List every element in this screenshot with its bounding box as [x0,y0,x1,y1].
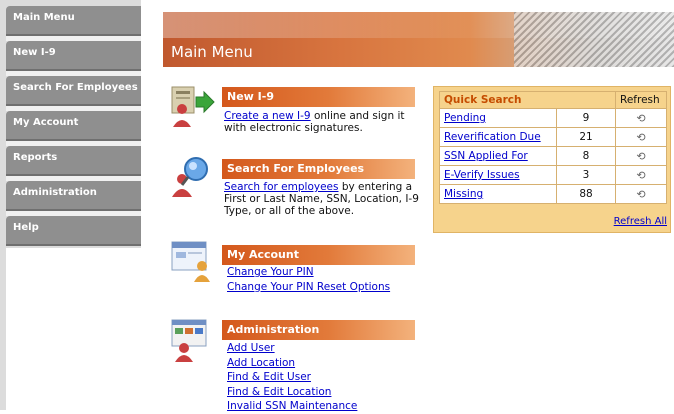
header-banner: Main Menu [163,12,674,67]
add-user-link[interactable]: Add User [227,342,275,354]
search-employees-icon [170,155,216,199]
table-row: Pending 9 ⟲ [439,108,667,128]
quick-search-title: Quick Search [439,91,616,109]
refresh-column-header: Refresh [615,91,667,109]
reverification-due-count: 21 [556,127,616,147]
find-edit-location-link[interactable]: Find & Edit Location [227,386,331,398]
sidebar-item-help[interactable]: Help [6,216,141,246]
administration-icon [170,318,216,362]
invalid-ssn-maintenance-link[interactable]: Invalid SSN Maintenance [227,400,357,412]
my-account-links: Change Your PIN Change Your PIN Reset Op… [227,265,390,294]
missing-link[interactable]: Missing [444,188,483,200]
new-i9-icon [170,85,216,129]
sidebar: Main Menu New I-9 Search For Employees M… [0,0,141,410]
page-title: Main Menu [171,43,253,61]
quick-search-panel: Quick Search Refresh Pending 9 ⟲ Reverif… [433,86,671,233]
search-employees-link[interactable]: Search for employees [224,181,339,193]
sidebar-empty-area [6,248,141,410]
administration-header: Administration [222,320,415,340]
change-pin-link[interactable]: Change Your PIN [227,266,314,278]
sidebar-item-label: New I-9 [13,47,56,58]
sidebar-item-administration[interactable]: Administration [6,181,141,211]
pending-link[interactable]: Pending [444,112,486,124]
ssn-applied-for-link[interactable]: SSN Applied For [444,150,528,162]
sidebar-item-label: Reports [13,152,58,163]
find-edit-user-link[interactable]: Find & Edit User [227,371,311,383]
refresh-icon[interactable]: ⟲ [615,127,667,147]
quick-search-table: Quick Search Refresh Pending 9 ⟲ Reverif… [439,91,667,204]
search-employees-description: Search for employees by entering a First… [224,181,419,217]
change-pin-reset-options-link[interactable]: Change Your PIN Reset Options [227,281,390,293]
sidebar-item-new-i9[interactable]: New I-9 [6,41,141,71]
reverification-due-link[interactable]: Reverification Due [444,131,541,143]
create-new-i9-link[interactable]: Create a new I-9 [224,110,311,122]
pending-count: 9 [556,108,616,128]
table-row: Missing 88 ⟲ [439,184,667,204]
new-i9-description: Create a new I-9 online and sign it with… [224,110,419,134]
sidebar-item-label: Main Menu [13,12,75,23]
sidebar-item-search-for-employees[interactable]: Search For Employees [6,76,141,106]
new-i9-header: New I-9 [222,87,415,107]
refresh-all-link[interactable]: Refresh All [614,216,667,227]
table-row: E-Verify Issues 3 ⟲ [439,165,667,185]
e-verify-issues-count: 3 [556,165,616,185]
my-account-icon [170,238,216,282]
sidebar-item-label: My Account [13,117,79,128]
sidebar-item-main-menu[interactable]: Main Menu [6,6,141,36]
my-account-header: My Account [222,245,415,265]
table-row: Reverification Due 21 ⟲ [439,127,667,147]
refresh-icon[interactable]: ⟲ [615,108,667,128]
sidebar-item-reports[interactable]: Reports [6,146,141,176]
administration-links: Add User Add Location Find & Edit User F… [227,341,357,414]
table-row: SSN Applied For 8 ⟲ [439,146,667,166]
sidebar-item-label: Help [13,222,39,233]
add-location-link[interactable]: Add Location [227,357,295,369]
refresh-icon[interactable]: ⟲ [615,184,667,204]
sidebar-item-label: Search For Employees [13,82,138,93]
ssn-applied-for-count: 8 [556,146,616,166]
e-verify-issues-link[interactable]: E-Verify Issues [444,169,520,181]
banner-decoration [514,12,674,67]
refresh-icon[interactable]: ⟲ [615,165,667,185]
search-employees-header: Search For Employees [222,159,415,179]
sidebar-item-my-account[interactable]: My Account [6,111,141,141]
missing-count: 88 [556,184,616,204]
refresh-icon[interactable]: ⟲ [615,146,667,166]
quick-search-header-row: Quick Search Refresh [439,91,667,109]
sidebar-item-label: Administration [13,187,97,198]
